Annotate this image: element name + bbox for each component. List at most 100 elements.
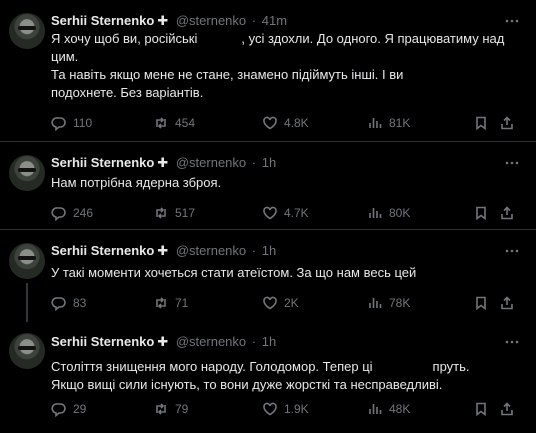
like-button[interactable]: 2K bbox=[262, 294, 299, 312]
timestamp[interactable]: 41m bbox=[262, 13, 287, 28]
repost-count: 517 bbox=[175, 206, 196, 220]
bookmark-icon bbox=[476, 296, 486, 311]
views-icon bbox=[369, 208, 382, 218]
repost-button[interactable]: 71 bbox=[153, 294, 188, 312]
bookmark-icon bbox=[476, 206, 486, 221]
reply-icon bbox=[51, 117, 66, 131]
reply-count: 83 bbox=[73, 296, 87, 310]
share-icon bbox=[501, 402, 513, 416]
avatar[interactable] bbox=[9, 13, 45, 49]
bookmark-button[interactable] bbox=[473, 294, 489, 312]
author-name[interactable]: Serhii Sternenko bbox=[51, 243, 154, 258]
verified-plus-icon: ✚ bbox=[157, 155, 169, 170]
separator-dot: · bbox=[251, 243, 257, 258]
like-count: 2K bbox=[284, 296, 299, 310]
tweet-header: Serhii Sternenko ✚ @sternenko · 1h bbox=[51, 242, 276, 260]
tweet-header: Serhii Sternenko ✚ @sternenko · 41m bbox=[51, 12, 287, 30]
tweet-text: Нам потрібна ядерна зброя. bbox=[51, 174, 514, 192]
repost-icon bbox=[156, 117, 166, 129]
reply-count: 29 bbox=[73, 402, 87, 416]
views-button[interactable]: 81K bbox=[367, 114, 410, 132]
bookmark-button[interactable] bbox=[473, 400, 489, 418]
reply-count: 246 bbox=[73, 206, 94, 220]
author-handle[interactable]: @sternenko bbox=[176, 155, 246, 170]
author-handle[interactable]: @sternenko bbox=[176, 334, 246, 349]
repost-count: 71 bbox=[175, 296, 189, 310]
separator-dot: · bbox=[251, 334, 257, 349]
repost-button[interactable]: 517 bbox=[153, 204, 195, 222]
repost-icon bbox=[156, 297, 166, 309]
thread-connector bbox=[26, 283, 28, 322]
tweet-actions: 246 517 4.7K 80K bbox=[51, 204, 521, 222]
share-icon bbox=[501, 116, 513, 130]
reply-icon bbox=[51, 207, 66, 221]
tweet-text: Я хочу щоб ви, російські , усі здохли. До… bbox=[51, 30, 514, 102]
reply-count: 110 bbox=[73, 116, 93, 130]
more-icon[interactable] bbox=[504, 13, 520, 29]
share-button[interactable] bbox=[499, 114, 515, 132]
verified-plus-icon: ✚ bbox=[157, 243, 169, 258]
bookmark-button[interactable] bbox=[473, 204, 489, 222]
share-button[interactable] bbox=[499, 400, 515, 418]
views-icon bbox=[369, 118, 382, 128]
bookmark-icon bbox=[476, 116, 486, 131]
tweet-text-segment: , усі здохли. До одного. Я працюватиму н… bbox=[241, 31, 505, 46]
avatar[interactable] bbox=[9, 333, 45, 369]
repost-button[interactable]: 79 bbox=[153, 400, 188, 418]
tweet-text-segment: пруть. bbox=[432, 359, 470, 374]
author-handle[interactable]: @sternenko bbox=[176, 13, 246, 28]
avatar[interactable] bbox=[9, 243, 45, 279]
avatar[interactable] bbox=[9, 155, 45, 191]
share-button[interactable] bbox=[499, 204, 515, 222]
share-button[interactable] bbox=[499, 294, 515, 312]
tweet-text-line: У такі моменти хочеться стати атеїстом. … bbox=[51, 265, 417, 280]
like-button[interactable]: 4.8K bbox=[262, 114, 309, 132]
reply-button[interactable]: 246 bbox=[51, 204, 93, 222]
views-count: 78K bbox=[389, 296, 411, 310]
more-icon[interactable] bbox=[504, 334, 520, 350]
author-name[interactable]: Serhii Sternenko bbox=[51, 13, 154, 28]
like-button[interactable]: 1.9K bbox=[262, 400, 309, 418]
separator-dot: · bbox=[251, 13, 257, 28]
bookmark-button[interactable] bbox=[473, 114, 489, 132]
like-count: 1.9K bbox=[284, 402, 309, 416]
views-icon bbox=[369, 298, 382, 308]
timestamp[interactable]: 1h bbox=[262, 243, 276, 258]
share-icon bbox=[501, 296, 513, 310]
author-name[interactable]: Serhii Sternenko bbox=[51, 334, 154, 349]
tweet-actions: 110 454 4.8K 81K bbox=[51, 114, 521, 132]
tweet[interactable]: Serhii Sternenko ✚ @sternenko · 41m Я хоч… bbox=[0, 0, 536, 141]
repost-icon bbox=[156, 403, 166, 415]
tweet[interactable]: Serhii Sternenko ✚ @sternenko · 1h Століт… bbox=[0, 322, 536, 433]
tweet[interactable]: Serhii Sternenko ✚ @sternenko · 1h Нам по… bbox=[0, 142, 536, 229]
like-count: 4.8K bbox=[284, 116, 309, 130]
separator-dot: · bbox=[251, 155, 257, 170]
tweet[interactable]: Serhii Sternenko ✚ @sternenko · 1h У такі… bbox=[0, 230, 536, 322]
tweet-header: Serhii Sternenko ✚ @sternenko · 1h bbox=[51, 333, 276, 351]
reply-button[interactable]: 29 bbox=[51, 400, 86, 418]
tweet-text-segment: Століття знищення мого народу. Голодомор… bbox=[51, 359, 373, 374]
views-button[interactable]: 78K bbox=[367, 294, 410, 312]
author-name[interactable]: Serhii Sternenko bbox=[51, 155, 154, 170]
tweet-text-line: Та навіть якщо мене не стане, знамено пі… bbox=[51, 67, 404, 82]
repost-count: 79 bbox=[175, 402, 189, 416]
tweet-text-line: цим. bbox=[51, 49, 79, 64]
verified-plus-icon: ✚ bbox=[157, 334, 169, 349]
more-icon[interactable] bbox=[504, 155, 520, 171]
share-icon bbox=[501, 206, 513, 220]
repost-count: 454 bbox=[175, 116, 196, 130]
views-button[interactable]: 80K bbox=[367, 204, 410, 222]
like-button[interactable]: 4.7K bbox=[262, 204, 309, 222]
author-handle[interactable]: @sternenko bbox=[176, 243, 246, 258]
timestamp[interactable]: 1h bbox=[262, 155, 276, 170]
like-icon bbox=[263, 206, 277, 220]
tweet-text: У такі моменти хочеться стати атеїстом. … bbox=[51, 264, 514, 282]
more-icon[interactable] bbox=[504, 243, 520, 259]
reply-button[interactable]: 110 bbox=[51, 114, 92, 132]
timestamp[interactable]: 1h bbox=[262, 334, 276, 349]
like-count: 4.7K bbox=[284, 206, 309, 220]
views-button[interactable]: 48K bbox=[367, 400, 410, 418]
views-count: 81K bbox=[389, 116, 411, 130]
reply-button[interactable]: 83 bbox=[51, 294, 86, 312]
repost-button[interactable]: 454 bbox=[153, 114, 195, 132]
